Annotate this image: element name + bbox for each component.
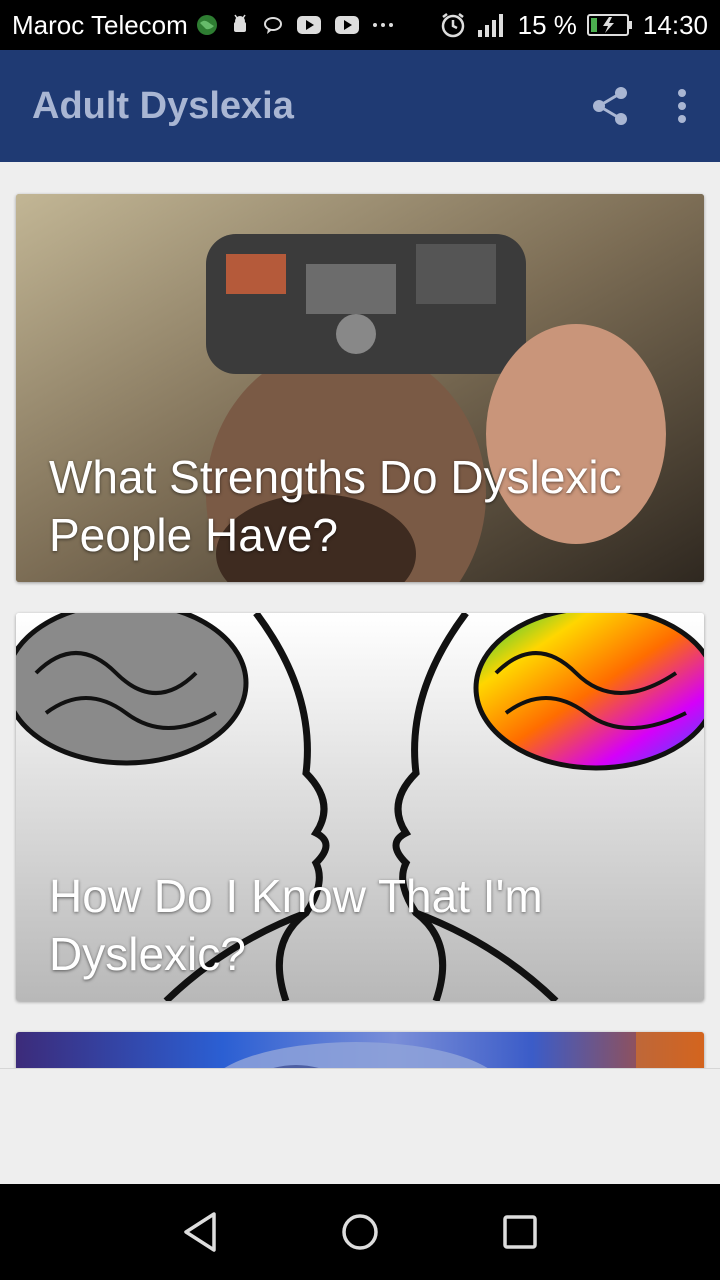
recents-button[interactable] <box>480 1192 560 1272</box>
article-title: What Strengths Do Dyslexic People Have? <box>49 451 622 561</box>
article-card[interactable]: What Strengths Do Dyslexic People Have? <box>16 194 704 582</box>
app-bar-actions <box>590 85 688 127</box>
android-icon <box>230 14 250 36</box>
battery-icon <box>586 13 633 37</box>
home-button[interactable] <box>320 1192 400 1272</box>
signal-icon <box>476 12 508 38</box>
recents-icon <box>503 1215 537 1249</box>
share-button[interactable] <box>590 85 630 127</box>
more-dots-icon <box>372 21 394 29</box>
youtube-icon <box>334 15 360 35</box>
youtube-icon <box>296 15 322 35</box>
clock: 14:30 <box>642 9 708 40</box>
article-card[interactable] <box>16 1032 704 1068</box>
empty-area <box>0 1068 720 1184</box>
notification-icons <box>196 14 394 36</box>
overflow-menu-button[interactable] <box>676 88 688 124</box>
article-list[interactable]: What Strengths Do Dyslexic People Have? <box>0 162 720 1068</box>
app-title: Adult Dyslexia <box>32 84 294 127</box>
overflow-menu-icon <box>678 89 686 123</box>
battery-percent: 15 % <box>517 9 577 40</box>
navigation-bar <box>0 1184 720 1280</box>
chat-icon <box>262 14 284 36</box>
alarm-icon <box>440 12 466 38</box>
back-icon <box>184 1212 216 1252</box>
carrier-label: Maroc Telecom <box>12 9 188 40</box>
status-bar: Maroc Telecom 15 % 14:30 <box>0 0 720 50</box>
globe-icon <box>196 14 218 36</box>
article-card[interactable]: How Do I Know That I'm Dyslexic? <box>16 613 704 1001</box>
app-bar: Adult Dyslexia <box>0 50 720 162</box>
system-icons: 15 % 14:30 <box>440 10 708 41</box>
home-icon <box>342 1214 378 1250</box>
share-icon <box>593 87 627 125</box>
article-image <box>224 1032 704 1068</box>
back-button[interactable] <box>160 1192 240 1272</box>
article-title: How Do I Know That I'm Dyslexic? <box>49 870 543 980</box>
